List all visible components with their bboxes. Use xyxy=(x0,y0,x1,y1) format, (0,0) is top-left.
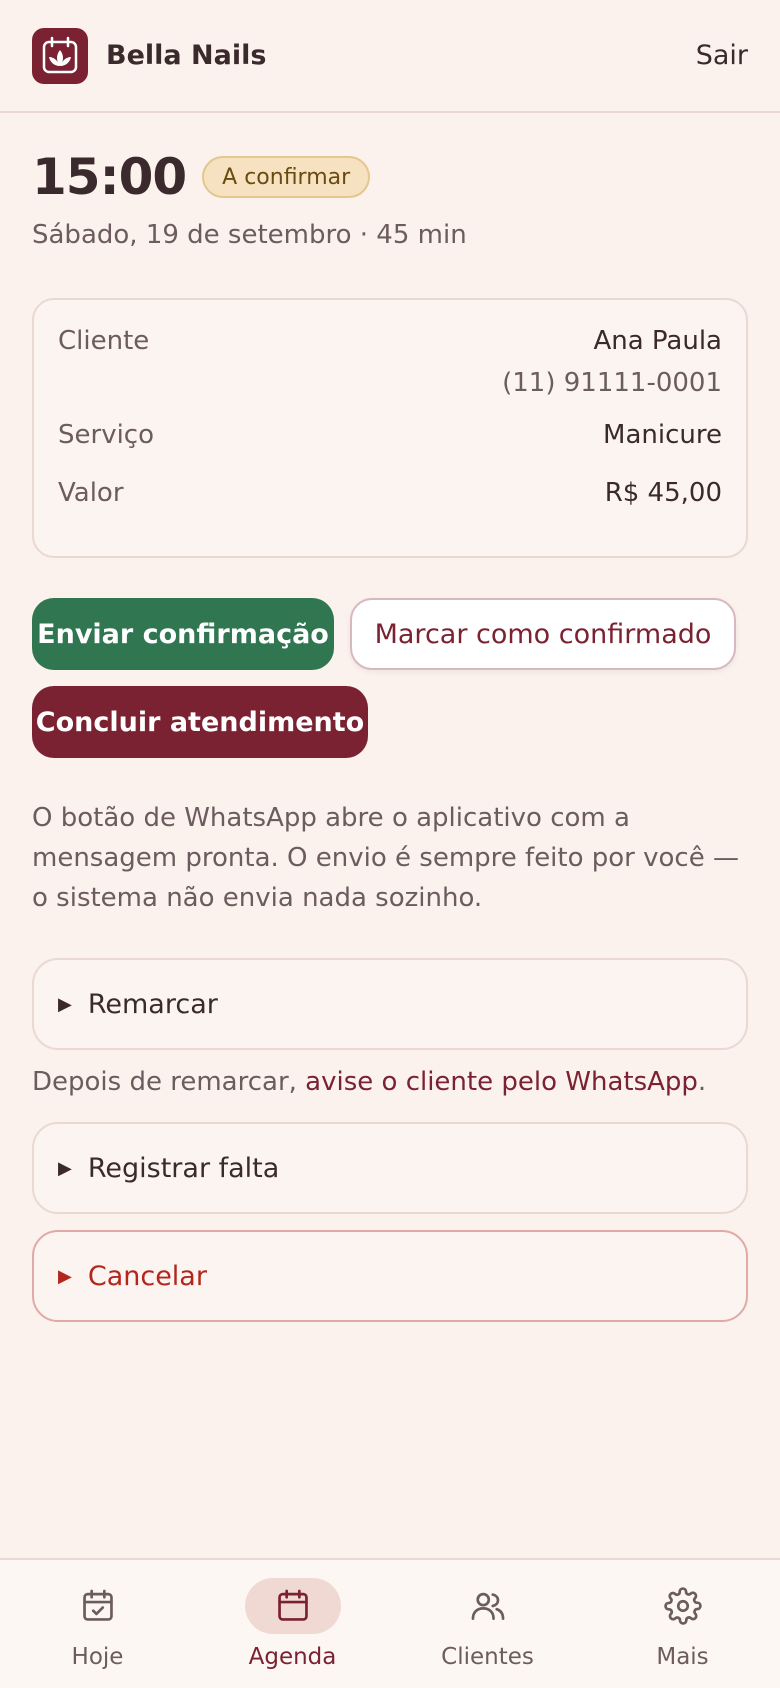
appointment-subtitle: Sábado, 19 de setembro · 45 min xyxy=(32,220,467,250)
reschedule-note-suffix: . xyxy=(697,1067,707,1097)
app-name: Bella Nails xyxy=(106,40,267,71)
reschedule-note-text: Depois de remarcar, xyxy=(32,1067,297,1097)
nav-item-mais[interactable]: Mais xyxy=(585,1560,780,1688)
nav-label-clientes: Clientes xyxy=(441,1644,534,1670)
appointment-heading: 15:00 A confirmar xyxy=(32,148,371,206)
caret-right-icon: ▶ xyxy=(58,1157,72,1179)
no-show-accordion[interactable]: ▶ Registrar falta xyxy=(32,1122,748,1214)
client-label: Cliente xyxy=(58,326,150,356)
nav-item-clientes[interactable]: Clientes xyxy=(390,1560,585,1688)
caret-right-icon: ▶ xyxy=(58,1265,72,1287)
nav-item-hoje[interactable]: Hoje xyxy=(0,1560,195,1688)
lotus-calendar-icon xyxy=(32,27,88,84)
price-row: Valor R$ 45,00 xyxy=(58,478,722,508)
reschedule-accordion[interactable]: ▶ Remarcar xyxy=(32,958,748,1050)
service-label: Serviço xyxy=(58,420,155,450)
users-icon xyxy=(440,1578,536,1634)
calendar-check-icon xyxy=(50,1578,146,1634)
nav-label-hoje: Hoje xyxy=(71,1644,124,1670)
gear-icon xyxy=(635,1578,731,1634)
logout-button[interactable]: Sair xyxy=(696,40,748,71)
price-value: R$ 45,00 xyxy=(604,478,722,508)
mark-confirmed-button[interactable]: Marcar como confirmado xyxy=(350,598,736,670)
service-value: Manicure xyxy=(603,420,722,450)
no-show-label: Registrar falta xyxy=(87,1152,280,1184)
nav-label-agenda: Agenda xyxy=(248,1644,337,1670)
nav-label-mais: Mais xyxy=(656,1644,709,1670)
appointment-time: 15:00 xyxy=(32,148,187,206)
status-badge: A confirmar xyxy=(202,156,371,198)
bottom-navigation: Hoje Agenda Clientes Mais xyxy=(0,1558,780,1688)
app-header: Bella Nails Sair xyxy=(0,0,780,113)
client-row: Cliente Ana Paula (11) 91111-0001 xyxy=(58,326,722,398)
whatsapp-note: O botão de WhatsApp abre o aplicativo co… xyxy=(32,803,739,913)
client-info: Ana Paula (11) 91111-0001 xyxy=(502,326,722,398)
complete-appointment-button[interactable]: Concluir atendimento xyxy=(32,686,368,758)
calendar-icon xyxy=(244,1578,341,1634)
reschedule-label: Remarcar xyxy=(87,988,218,1020)
reschedule-note: Depois de remarcar, avise o cliente pelo… xyxy=(32,1067,706,1097)
send-confirmation-button[interactable]: Enviar confirmação xyxy=(32,598,334,670)
cancel-label: Cancelar xyxy=(87,1260,207,1292)
cancel-accordion[interactable]: ▶ Cancelar xyxy=(32,1230,748,1322)
appointment-details-card: Cliente Ana Paula (11) 91111-0001 Serviç… xyxy=(32,298,748,558)
client-phone: (11) 91111-0001 xyxy=(502,368,722,398)
whatsapp-link[interactable]: avise o cliente pelo WhatsApp xyxy=(305,1067,698,1097)
service-row: Serviço Manicure xyxy=(58,420,722,450)
nav-item-agenda[interactable]: Agenda xyxy=(195,1560,390,1688)
price-label: Valor xyxy=(58,478,124,508)
caret-right-icon: ▶ xyxy=(58,993,72,1015)
client-name: Ana Paula xyxy=(593,326,722,356)
